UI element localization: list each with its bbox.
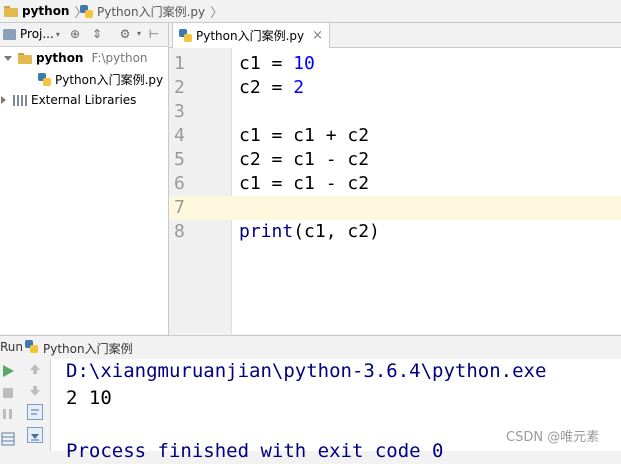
run-config-name[interactable]: Python入门案例 — [43, 340, 133, 357]
library-icon — [13, 94, 27, 106]
editor-tab-bar: Python入门案例.py × — [169, 23, 621, 48]
folder-icon — [18, 52, 32, 64]
folder-icon — [4, 5, 18, 17]
line-number: 8 — [174, 221, 185, 242]
code-line: c2 = 2 — [239, 76, 304, 100]
code-text: c1 = — [239, 53, 294, 74]
breadcrumb-file[interactable]: Python入门案例.py 〉 — [80, 0, 223, 22]
navigation-bar: python 〉 Python入门案例.py 〉 — [0, 0, 621, 23]
run-icon[interactable] — [1, 364, 15, 378]
line-number: 1 — [174, 53, 185, 74]
tab-label: Python入门案例.py — [196, 28, 305, 43]
run-panel-header: Run Python入门案例 — [0, 335, 621, 360]
tab-python-file[interactable]: Python入门案例.py × — [172, 23, 331, 48]
expand-arrow-icon — [4, 55, 12, 61]
code-number: 10 — [293, 53, 315, 74]
console-line: D:\xiangmuruanjian\python-3.6.4\python.e… — [66, 360, 547, 382]
pause-icon[interactable] — [1, 407, 15, 421]
code-number: 2 — [293, 77, 305, 98]
run-tab-label[interactable]: Run — [0, 340, 23, 354]
scroll-to-end-icon[interactable] — [27, 427, 43, 443]
chevron-right-icon: 〉 — [210, 5, 224, 21]
line-number: 7 — [174, 197, 185, 218]
code-text: (c1, c2) — [293, 221, 380, 242]
code-line: c1 = c1 + c2 — [239, 125, 370, 146]
code-line: c2 = c1 - c2 — [239, 149, 370, 170]
gear-icon[interactable]: ⚙ — [118, 27, 132, 41]
external-libraries-label: External Libraries — [31, 93, 137, 107]
current-line-highlight — [169, 196, 621, 220]
code-text: c2 = — [239, 77, 294, 98]
console-line: 2 10 — [66, 387, 112, 409]
tree-item-external-libraries[interactable]: External Libraries — [1, 90, 136, 110]
line-number: 6 — [174, 173, 185, 194]
breadcrumb-project-label: python — [22, 4, 70, 18]
line-number: 3 — [174, 101, 185, 122]
project-view-selector[interactable]: Proj... ▾ — [3, 27, 60, 41]
root-folder-label: python — [36, 51, 84, 65]
project-view-label: Proj... — [20, 27, 54, 41]
console-line: Process finished with exit code 0 — [66, 440, 444, 462]
gear-dropdown-icon[interactable]: ▾ — [132, 27, 146, 41]
layout-icon[interactable] — [1, 432, 15, 446]
code-line: c1 = 10 — [239, 52, 315, 76]
project-icon — [3, 28, 16, 40]
collapse-arrow-icon — [1, 96, 6, 104]
line-number: 5 — [174, 149, 185, 170]
file-item-label: Python入门案例.py — [55, 72, 164, 87]
breadcrumb-file-label: Python入门案例.py — [97, 4, 206, 19]
root-folder-path: F:\python — [91, 51, 148, 65]
sync-target-icon[interactable]: ⊕ — [68, 27, 82, 41]
stop-icon[interactable] — [1, 386, 15, 400]
up-arrow-icon[interactable] — [28, 362, 42, 376]
dropdown-arrow-icon: ▾ — [55, 29, 60, 39]
python-file-icon — [80, 4, 93, 18]
down-arrow-icon[interactable] — [28, 384, 42, 398]
hide-panel-icon[interactable]: ⊢ — [147, 27, 161, 41]
run-toolbar — [0, 359, 51, 451]
builtin-function: print — [239, 221, 294, 242]
code-line: print(c1, c2) — [239, 220, 380, 244]
line-number: 2 — [174, 77, 185, 98]
watermark: CSDN @唯元素 — [506, 430, 600, 445]
soft-wrap-icon[interactable] — [27, 404, 43, 420]
line-number: 4 — [174, 125, 185, 146]
python-file-icon — [38, 72, 51, 86]
collapse-all-icon[interactable]: ⇕ — [90, 27, 104, 41]
python-file-icon — [25, 340, 38, 353]
tree-item-root[interactable]: python F:\python — [4, 48, 148, 68]
breadcrumb-project[interactable]: python 〉 — [4, 0, 88, 22]
close-icon[interactable]: × — [312, 28, 323, 43]
code-line: c1 = c1 - c2 — [239, 173, 370, 194]
tree-item-file[interactable]: Python入门案例.py — [38, 69, 163, 89]
python-file-icon — [179, 28, 192, 42]
